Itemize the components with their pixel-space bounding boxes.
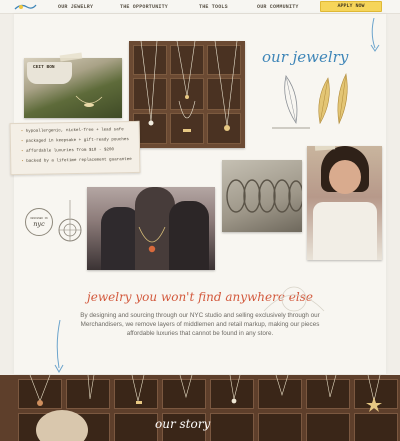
feature-item: backed by a lifetime replacement guarant… xyxy=(21,158,132,164)
our-jewelry-heading: our jewelry xyxy=(262,48,349,66)
top-nav: OUR JEWELRY THE OPPORTUNITY THE TOOLS OU… xyxy=(0,0,400,14)
nav-our-jewelry[interactable]: OUR JEWELRY xyxy=(58,4,93,10)
bowl-photo: CEIT BON xyxy=(24,58,122,118)
tray-photo xyxy=(129,41,245,148)
model-photo xyxy=(307,146,382,260)
feature-item: hypoallergenic, nickel-free + lead safe xyxy=(21,128,124,134)
features-card: hypoallergenic, nickel-free + lead safe … xyxy=(9,120,141,176)
necklace-icon xyxy=(140,41,238,132)
women-photo xyxy=(87,187,215,270)
tagline: jewelry you won't find anywhere else xyxy=(87,290,313,304)
nav-the-tools[interactable]: THE TOOLS xyxy=(199,4,228,10)
feather-earring-icon xyxy=(272,73,348,129)
designed-in-nyc-badge: DESIGNED IN nyc xyxy=(25,208,53,236)
compass-icon xyxy=(58,200,82,242)
apply-now-button[interactable]: APPLY NOW xyxy=(320,1,382,12)
feature-item: packaged in keepsake + gift-ready pouche… xyxy=(21,138,129,144)
nav-the-opportunity[interactable]: THE OPPORTUNITY xyxy=(120,4,168,10)
arrow-down-icon xyxy=(54,320,64,374)
necklace-icon xyxy=(138,227,166,253)
our-story-heading: our story xyxy=(155,417,211,431)
description: By designing and sourcing through our NY… xyxy=(80,312,320,337)
bracelets-photo xyxy=(222,160,302,232)
bowl: CEIT BON xyxy=(27,62,72,84)
nav-our-community[interactable]: OUR COMMUNITY xyxy=(257,4,299,10)
logo-icon[interactable] xyxy=(12,2,38,12)
badge-city: nyc xyxy=(33,220,45,228)
necklace-icon xyxy=(75,95,103,107)
bowl-label: CEIT BON xyxy=(33,65,55,70)
arrow-down-icon xyxy=(370,18,380,52)
feature-item: affordable luxuries from $18 - $200 xyxy=(21,148,114,154)
